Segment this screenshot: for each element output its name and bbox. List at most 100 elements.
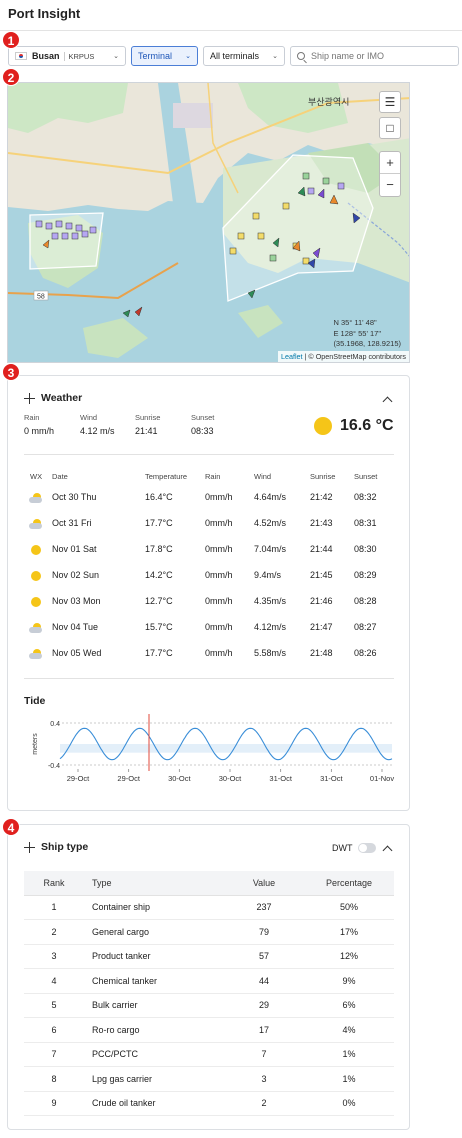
layers-icon[interactable]: ☰ bbox=[379, 91, 401, 113]
table-row: 1 Container ship 237 50% bbox=[24, 895, 394, 920]
forecast-date: Nov 03 Mon bbox=[52, 596, 101, 606]
cell-rank: 5 bbox=[24, 993, 84, 1018]
partly-cloudy-icon bbox=[29, 519, 43, 529]
cell-rank: 9 bbox=[24, 1091, 84, 1116]
cell-percentage: 12% bbox=[304, 944, 394, 969]
y-axis-label: meters bbox=[32, 733, 39, 755]
forecast-sunrise: 21:42 bbox=[310, 492, 333, 502]
forecast-rain: 0mm/h bbox=[205, 648, 233, 658]
port-select[interactable]: Busan KRPUS ⌄ bbox=[8, 46, 126, 66]
col-rank: Rank bbox=[24, 871, 84, 896]
cell-type: Container ship bbox=[84, 895, 224, 920]
table-header-row: Rank Type Value Percentage bbox=[24, 871, 394, 896]
forecast-sunrise: 21:43 bbox=[310, 518, 333, 528]
col-value: Value bbox=[224, 871, 304, 896]
forecast-sunset: 08:31 bbox=[354, 518, 377, 528]
chevron-down-icon: ⌄ bbox=[113, 53, 119, 60]
step-badge-1: 1 bbox=[2, 31, 20, 49]
step-badge-2: 2 bbox=[2, 68, 20, 86]
x-tick-label: 29-Oct bbox=[67, 774, 90, 783]
cell-value: 44 bbox=[224, 968, 304, 994]
ship-search[interactable] bbox=[290, 46, 459, 66]
terminal-select[interactable]: Terminal ⌄ bbox=[131, 46, 198, 66]
city-label: 부산광역시 bbox=[308, 96, 349, 108]
cell-value: 29 bbox=[224, 993, 304, 1018]
move-icon[interactable] bbox=[24, 392, 35, 404]
cell-percentage: 1% bbox=[304, 1066, 394, 1092]
cell-percentage: 4% bbox=[304, 1017, 394, 1043]
port-name: Busan bbox=[32, 51, 60, 61]
forecast-sunset: 08:28 bbox=[354, 596, 377, 606]
zoom-in-button[interactable]: + bbox=[380, 152, 400, 174]
forecast-date: Nov 05 Wed bbox=[52, 648, 102, 658]
map-attribution: Leaflet | © OpenStreetMap contributors bbox=[277, 351, 409, 362]
step-badge-4: 4 bbox=[2, 818, 20, 836]
cell-rank: 8 bbox=[24, 1066, 84, 1092]
table-row: 7 PCC/PCTC 7 1% bbox=[24, 1042, 394, 1067]
forecast-temp: 17.7°C bbox=[145, 648, 173, 658]
cell-percentage: 9% bbox=[304, 968, 394, 994]
ship-search-input[interactable] bbox=[311, 51, 446, 61]
forecast-rain: 0mm/h bbox=[205, 492, 233, 502]
ship-type-header: Ship type bbox=[24, 841, 88, 853]
forecast-rain: 0mm/h bbox=[205, 518, 233, 528]
step-badge-3: 3 bbox=[2, 363, 20, 381]
forecast-date: Oct 31 Fri bbox=[52, 518, 92, 528]
wind-value: 4.12 m/s bbox=[80, 426, 115, 436]
col-temperature: Temperature bbox=[145, 472, 188, 481]
zoom-out-button[interactable]: − bbox=[380, 174, 400, 196]
current-temperature: 16.6 °C bbox=[340, 417, 394, 434]
all-terminals-label: All terminals bbox=[210, 51, 260, 61]
forecast-sunrise: 21:48 bbox=[310, 648, 333, 658]
y-tick-label: 0.4 bbox=[50, 721, 60, 728]
table-row: 3 Product tanker 57 12% bbox=[24, 944, 394, 969]
all-terminals-select[interactable]: All terminals ⌄ bbox=[203, 46, 285, 66]
collapse-icon[interactable] bbox=[382, 396, 393, 407]
move-icon[interactable] bbox=[24, 841, 35, 853]
cell-percentage: 17% bbox=[304, 919, 394, 945]
cell-type: Chemical tanker bbox=[84, 968, 224, 994]
forecast-sunrise: 21:47 bbox=[310, 622, 333, 632]
cell-type: Lpg gas carrier bbox=[84, 1066, 224, 1092]
sunrise-label: Sunrise bbox=[135, 413, 161, 422]
forecast-wind: 5.58m/s bbox=[254, 648, 287, 658]
cell-percentage: 50% bbox=[304, 895, 394, 920]
forecast-rain: 0mm/h bbox=[205, 570, 233, 580]
tide-band bbox=[60, 744, 392, 753]
partly-cloudy-icon bbox=[29, 623, 43, 633]
forecast-temp: 12.7°C bbox=[145, 596, 173, 606]
ship-type-table: Rank Type Value Percentage 1 Container sh… bbox=[24, 871, 394, 1116]
draw-rectangle-icon[interactable]: □ bbox=[379, 117, 401, 139]
col-rain: Rain bbox=[205, 472, 221, 481]
port-code: KRPUS bbox=[63, 51, 94, 61]
collapse-icon[interactable] bbox=[382, 845, 393, 856]
cell-type: General cargo bbox=[84, 919, 224, 945]
forecast-date: Oct 30 Thu bbox=[52, 492, 97, 502]
sunset-value: 08:33 bbox=[191, 426, 214, 436]
cell-type: Crude oil tanker bbox=[84, 1091, 224, 1116]
coords-lat: N 35° 11' 48" bbox=[333, 318, 377, 327]
cell-value: 237 bbox=[224, 895, 304, 920]
wind-label: Wind bbox=[80, 413, 98, 422]
table-row: 4 Chemical tanker 44 9% bbox=[24, 968, 394, 994]
chevron-down-icon: ⌄ bbox=[185, 53, 191, 60]
rain-value: 0 mm/h bbox=[24, 426, 55, 436]
forecast-date: Nov 01 Sat bbox=[52, 544, 97, 554]
forecast-wind: 4.52m/s bbox=[254, 518, 287, 528]
forecast-wind: 7.04m/s bbox=[254, 544, 287, 554]
leaflet-link[interactable]: Leaflet bbox=[281, 352, 303, 361]
coords-lon: E 128° 55' 17" bbox=[333, 328, 381, 338]
forecast-temp: 16.4°C bbox=[145, 492, 173, 502]
port-map[interactable]: 부산광역시 58 ☰ □ + − N 35° 11' 48" E 128° 55… bbox=[7, 82, 410, 363]
x-tick-label: 30-Oct bbox=[168, 774, 191, 783]
sun-icon bbox=[31, 597, 41, 607]
cell-rank: 4 bbox=[24, 968, 84, 994]
partly-cloudy-icon bbox=[29, 649, 43, 659]
x-tick-label: 30-Oct bbox=[219, 774, 242, 783]
cell-rank: 2 bbox=[24, 919, 84, 945]
zoom-control: + − bbox=[379, 151, 401, 197]
forecast-wind: 4.64m/s bbox=[254, 492, 287, 502]
coordinate-readout: N 35° 11' 48" E 128° 55' 17" (35.1968, 1… bbox=[333, 318, 401, 350]
dwt-toggle[interactable] bbox=[358, 843, 376, 853]
col-percentage: Percentage bbox=[304, 871, 394, 896]
